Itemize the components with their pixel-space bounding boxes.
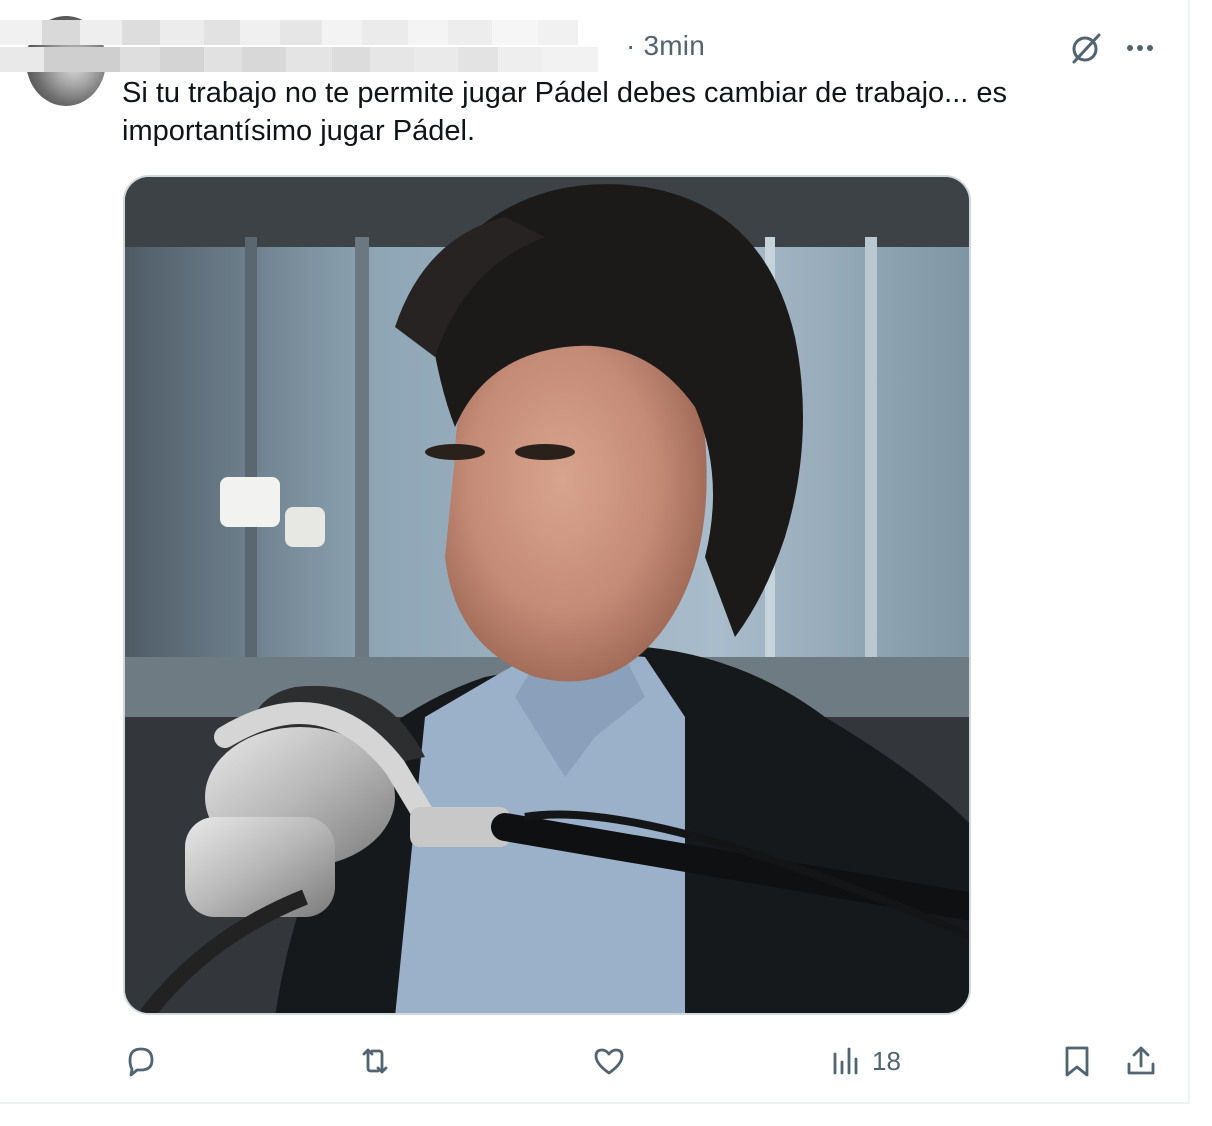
- tweet-timestamp[interactable]: · 3min: [626, 30, 705, 62]
- grok-icon[interactable]: [1068, 30, 1104, 66]
- views-icon: [833, 1047, 858, 1075]
- reply-icon: [128, 1047, 154, 1077]
- more-dots-icon[interactable]: [1122, 30, 1158, 66]
- tweet-media-image[interactable]: [123, 175, 971, 1015]
- views-button[interactable]: 18: [826, 1036, 901, 1086]
- reply-button[interactable]: [122, 1036, 160, 1086]
- tweet-action-bar: 18: [122, 1036, 1162, 1086]
- views-count: 18: [872, 1045, 901, 1076]
- retweet-button[interactable]: [356, 1036, 394, 1086]
- retweet-icon: [362, 1048, 388, 1074]
- share-button[interactable]: [1122, 1036, 1160, 1086]
- bookmark-icon: [1065, 1046, 1089, 1077]
- share-icon: [1127, 1046, 1155, 1075]
- author-name-blurred[interactable]: [0, 20, 618, 72]
- tweet-text: Si tu trabajo no te permite jugar Pádel …: [122, 77, 1008, 147]
- bookmark-button[interactable]: [1058, 1036, 1096, 1086]
- like-button[interactable]: [590, 1036, 628, 1086]
- photo-man-microphone-illustration: [125, 177, 969, 1013]
- like-icon: [594, 1048, 624, 1075]
- tweet-card[interactable]: · 3min Si tu trabajo no te permite jugar…: [0, 0, 1190, 1104]
